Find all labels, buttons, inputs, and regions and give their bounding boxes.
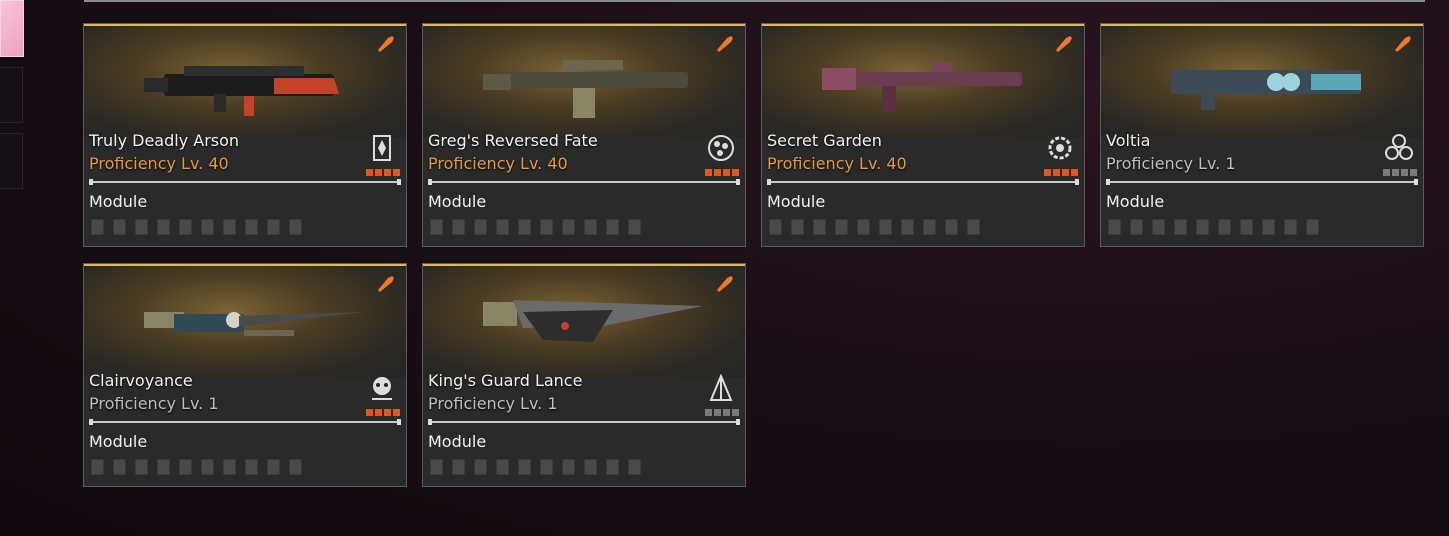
module-slots [769, 219, 980, 235]
rifle-image-icon [483, 300, 703, 342]
proficiency-level: Proficiency Lv. 40 [428, 154, 568, 173]
ammo-icon[interactable] [715, 34, 735, 54]
module-label: Module [89, 192, 148, 211]
skull-emblem-icon [372, 377, 392, 400]
divider [428, 179, 740, 185]
divider [89, 179, 401, 185]
rifle-image-icon [483, 60, 688, 118]
weapon-name: Truly Deadly Arson [89, 131, 240, 150]
proficiency-level: Proficiency Lv. 40 [89, 154, 229, 173]
top-divider [84, 0, 1425, 2]
module-slots [430, 219, 641, 235]
module-slots [91, 219, 302, 235]
weapon-banner [423, 264, 745, 378]
rarity-stars [705, 169, 739, 176]
divider [428, 419, 740, 425]
side-tab-active[interactable] [0, 0, 24, 57]
divider [1106, 179, 1418, 185]
divider [767, 179, 1079, 185]
weapon-card[interactable]: Secret Garden Proficiency Lv. 40 Module [761, 23, 1085, 247]
proficiency-level: Proficiency Lv. 1 [428, 394, 558, 413]
divider [89, 419, 401, 425]
weapon-name: Clairvoyance [89, 371, 193, 390]
weapon-card[interactable]: Voltia Proficiency Lv. 1 Module [1100, 23, 1424, 247]
ammo-icon[interactable] [376, 34, 396, 54]
triple-circle-icon [1385, 134, 1413, 160]
rarity-stars [1044, 169, 1078, 176]
side-tab[interactable] [0, 133, 23, 189]
card-emblem-icon [373, 135, 391, 161]
proficiency-level: Proficiency Lv. 1 [89, 394, 219, 413]
weapon-card[interactable]: Greg's Reversed Fate Proficiency Lv. 40 … [422, 23, 746, 247]
module-label: Module [1106, 192, 1165, 211]
weapon-name: Voltia [1106, 131, 1151, 150]
ammo-icon[interactable] [376, 274, 396, 294]
module-slots [430, 459, 641, 475]
spire-emblem-icon [709, 374, 733, 401]
ammo-icon[interactable] [1054, 34, 1074, 54]
weapon-card[interactable]: Truly Deadly Arson Proficiency Lv. 40 Mo… [83, 23, 407, 247]
weapon-banner [84, 264, 406, 378]
ammo-icon[interactable] [715, 274, 735, 294]
module-label: Module [89, 432, 148, 451]
rifle-image-icon [144, 66, 339, 116]
weapon-name: King's Guard Lance [428, 371, 583, 390]
proficiency-level: Proficiency Lv. 40 [767, 154, 907, 173]
weapon-name: Secret Garden [767, 131, 882, 150]
rifle-image-icon [144, 312, 364, 336]
module-label: Module [767, 192, 826, 211]
module-label: Module [428, 432, 487, 451]
rifle-image-icon [822, 62, 1022, 112]
rarity-stars [366, 169, 400, 176]
side-tab[interactable] [0, 67, 23, 123]
module-slots [91, 459, 302, 475]
module-label: Module [428, 192, 487, 211]
weapon-banner [762, 24, 1084, 138]
weapon-banner [423, 24, 745, 138]
proficiency-level: Proficiency Lv. 1 [1106, 154, 1236, 173]
rarity-stars [1383, 169, 1417, 176]
weapon-card[interactable]: Clairvoyance Proficiency Lv. 1 Module [83, 263, 407, 487]
module-slots [1108, 219, 1319, 235]
weapon-name: Greg's Reversed Fate [428, 131, 598, 150]
weapon-banner [1101, 24, 1423, 138]
ammo-icon[interactable] [1393, 34, 1413, 54]
rarity-stars [705, 409, 739, 416]
rifle-image-icon [1171, 70, 1361, 110]
orbs-emblem-icon [708, 135, 734, 161]
gear-emblem-icon [1048, 136, 1072, 160]
weapon-banner [84, 24, 406, 138]
rarity-stars [366, 409, 400, 416]
weapon-card[interactable]: King's Guard Lance Proficiency Lv. 1 Mod… [422, 263, 746, 487]
